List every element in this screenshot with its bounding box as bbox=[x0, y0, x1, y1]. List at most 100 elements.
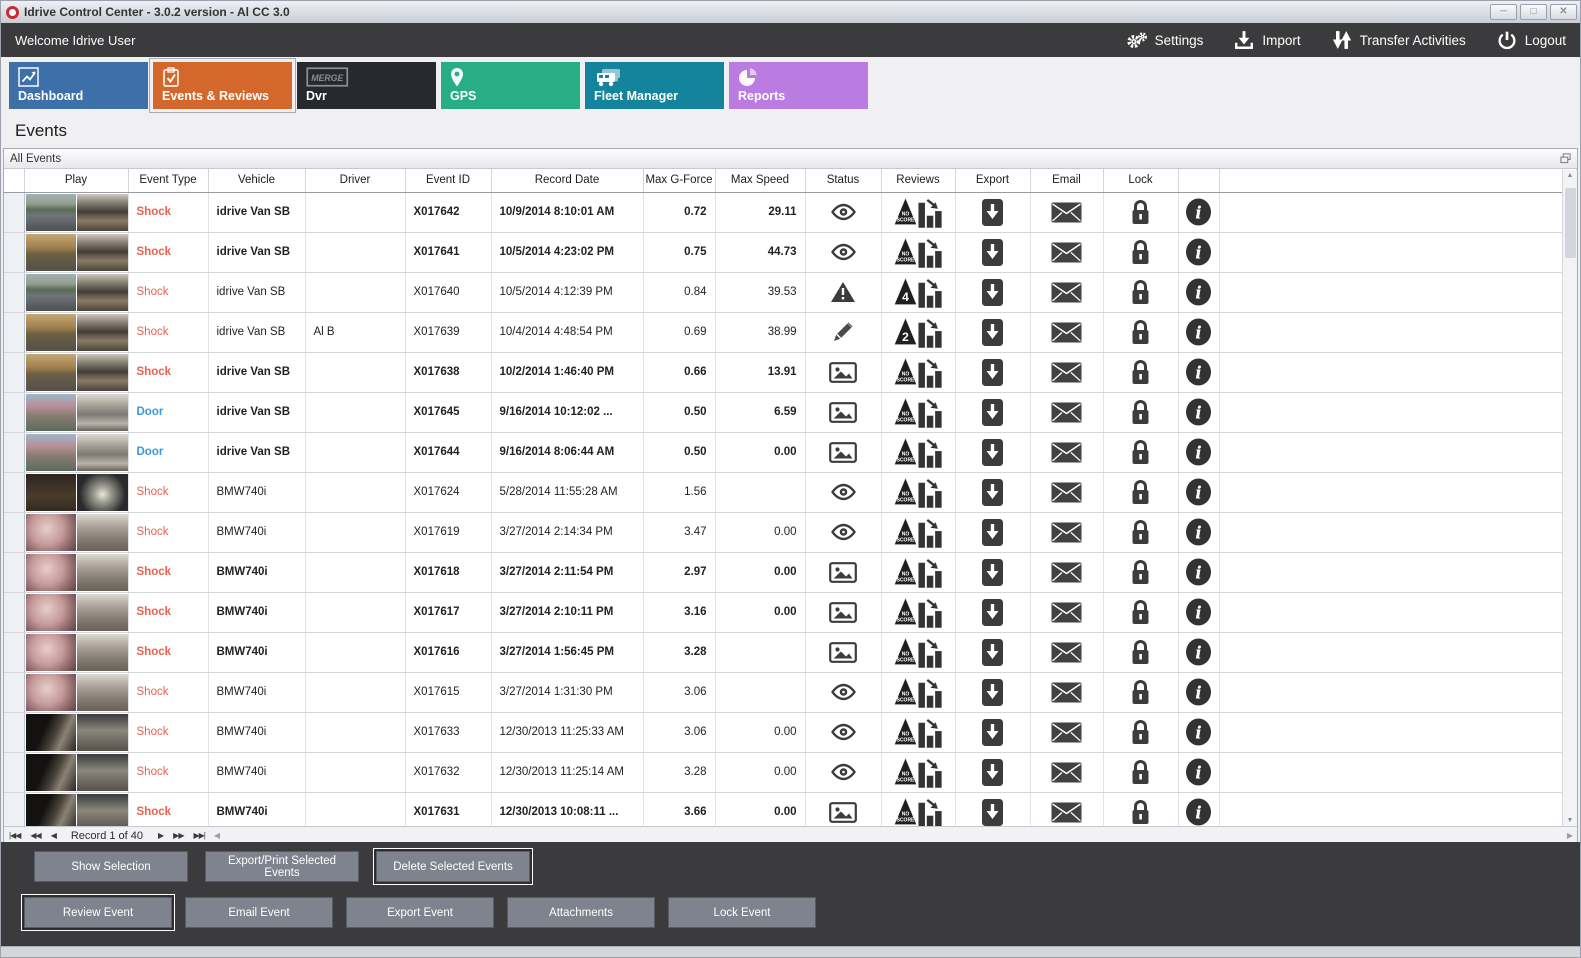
row-selector[interactable] bbox=[4, 392, 25, 433]
row-selector[interactable] bbox=[4, 472, 25, 513]
column-header-driver[interactable]: Driver bbox=[305, 169, 406, 193]
email-button[interactable] bbox=[1030, 712, 1104, 753]
email-button[interactable] bbox=[1030, 672, 1104, 713]
delete-selected-events-button[interactable]: Delete Selected Events bbox=[376, 851, 530, 882]
email-button[interactable] bbox=[1030, 352, 1104, 393]
review-score-button[interactable]: NO SCORE bbox=[881, 672, 956, 713]
info-button[interactable]: i bbox=[1178, 752, 1220, 793]
attachments-button[interactable]: Attachments bbox=[507, 897, 655, 928]
email-button[interactable] bbox=[1030, 432, 1104, 473]
lock-button[interactable] bbox=[1103, 792, 1179, 827]
row-selector[interactable] bbox=[4, 352, 25, 393]
review-score-button[interactable]: NO SCORE bbox=[881, 512, 956, 553]
review-score-button[interactable]: NO SCORE bbox=[881, 352, 956, 393]
column-header-status[interactable]: Status bbox=[805, 169, 882, 193]
review-score-button[interactable]: 4 bbox=[881, 272, 956, 313]
email-button[interactable] bbox=[1030, 792, 1104, 827]
export-print-selected-events-button[interactable]: Export/Print Selected Events bbox=[205, 851, 359, 882]
status-cell[interactable] bbox=[805, 752, 882, 793]
email-button[interactable] bbox=[1030, 392, 1104, 433]
info-button[interactable]: i bbox=[1178, 352, 1220, 393]
row-selector[interactable] bbox=[4, 192, 25, 233]
column-header-event-type[interactable]: Event Type bbox=[128, 169, 209, 193]
export-button[interactable] bbox=[955, 312, 1031, 353]
review-score-button[interactable]: NO SCORE bbox=[881, 712, 956, 753]
email-button[interactable] bbox=[1030, 752, 1104, 793]
review-score-button[interactable]: NO SCORE bbox=[881, 552, 956, 593]
status-cell[interactable] bbox=[805, 232, 882, 273]
review-event-button[interactable]: Review Event bbox=[24, 897, 172, 928]
info-button[interactable]: i bbox=[1178, 592, 1220, 633]
export-button[interactable] bbox=[955, 392, 1031, 433]
review-score-button[interactable]: NO SCORE bbox=[881, 192, 956, 233]
play-thumbnail[interactable] bbox=[24, 192, 129, 233]
show-selection-button[interactable]: Show Selection bbox=[34, 851, 188, 882]
lock-button[interactable] bbox=[1103, 472, 1179, 513]
info-button[interactable]: i bbox=[1178, 432, 1220, 473]
status-cell[interactable] bbox=[805, 512, 882, 553]
status-cell[interactable] bbox=[805, 352, 882, 393]
row-selector[interactable] bbox=[4, 312, 25, 353]
lock-event-button[interactable]: Lock Event bbox=[668, 897, 816, 928]
tab-events-reviews[interactable]: Events & Reviews bbox=[149, 58, 296, 113]
review-score-button[interactable]: NO SCORE bbox=[881, 752, 956, 793]
maximize-button[interactable]: □ bbox=[1520, 4, 1547, 20]
play-thumbnail[interactable] bbox=[24, 792, 129, 827]
export-button[interactable] bbox=[955, 352, 1031, 393]
column-header-max-g-force[interactable]: Max G-Force bbox=[643, 169, 716, 193]
info-button[interactable]: i bbox=[1178, 472, 1220, 513]
tab-fleet-manager[interactable]: Fleet Manager bbox=[585, 62, 724, 109]
review-score-button[interactable]: NO SCORE bbox=[881, 792, 956, 827]
row-selector[interactable] bbox=[4, 512, 25, 553]
column-header-play[interactable]: Play bbox=[24, 169, 129, 193]
info-button[interactable]: i bbox=[1178, 632, 1220, 673]
play-thumbnail[interactable] bbox=[24, 232, 129, 273]
info-button[interactable]: i bbox=[1178, 192, 1220, 233]
lock-button[interactable] bbox=[1103, 392, 1179, 433]
export-button[interactable] bbox=[955, 592, 1031, 633]
restore-panel-icon[interactable] bbox=[1560, 153, 1571, 164]
email-button[interactable] bbox=[1030, 552, 1104, 593]
scroll-down-icon[interactable]: ▼ bbox=[1567, 817, 1574, 824]
export-button[interactable] bbox=[955, 192, 1031, 233]
tab-dvr[interactable]: MERGE Dvr bbox=[297, 62, 436, 109]
play-thumbnail[interactable] bbox=[24, 352, 129, 393]
column-header[interactable] bbox=[1178, 169, 1220, 193]
row-selector[interactable] bbox=[4, 712, 25, 753]
column-header-record-date[interactable]: Record Date bbox=[491, 169, 644, 193]
play-thumbnail[interactable] bbox=[24, 672, 129, 713]
lock-button[interactable] bbox=[1103, 552, 1179, 593]
review-score-button[interactable]: NO SCORE bbox=[881, 232, 956, 273]
status-cell[interactable] bbox=[805, 272, 882, 313]
column-header-lock[interactable]: Lock bbox=[1103, 169, 1179, 193]
review-score-button[interactable]: NO SCORE bbox=[881, 432, 956, 473]
status-cell[interactable] bbox=[805, 312, 882, 353]
status-cell[interactable] bbox=[805, 432, 882, 473]
scrollbar-thumb[interactable] bbox=[1565, 188, 1576, 258]
email-button[interactable] bbox=[1030, 192, 1104, 233]
tab-dashboard[interactable]: Dashboard bbox=[9, 62, 148, 109]
export-button[interactable] bbox=[955, 672, 1031, 713]
settings-button[interactable]: Settings bbox=[1126, 30, 1203, 50]
pager-last-button[interactable]: ▶▶| bbox=[188, 831, 209, 840]
email-button[interactable] bbox=[1030, 232, 1104, 273]
logout-button[interactable]: Logout bbox=[1496, 30, 1566, 50]
review-score-button[interactable]: NO SCORE bbox=[881, 632, 956, 673]
export-button[interactable] bbox=[955, 752, 1031, 793]
lock-button[interactable] bbox=[1103, 272, 1179, 313]
email-button[interactable] bbox=[1030, 512, 1104, 553]
row-selector[interactable] bbox=[4, 632, 25, 673]
status-cell[interactable] bbox=[805, 392, 882, 433]
review-score-button[interactable]: NO SCORE bbox=[881, 472, 956, 513]
row-selector[interactable] bbox=[4, 792, 25, 827]
export-event-button[interactable]: Export Event bbox=[346, 897, 494, 928]
play-thumbnail[interactable] bbox=[24, 712, 129, 753]
email-event-button[interactable]: Email Event bbox=[185, 897, 333, 928]
export-button[interactable] bbox=[955, 632, 1031, 673]
tab-reports[interactable]: Reports bbox=[729, 62, 868, 109]
lock-button[interactable] bbox=[1103, 312, 1179, 353]
column-header[interactable] bbox=[4, 169, 25, 193]
play-thumbnail[interactable] bbox=[24, 752, 129, 793]
vertical-scrollbar[interactable]: ▲ ▼ bbox=[1562, 170, 1577, 826]
info-button[interactable]: i bbox=[1178, 272, 1220, 313]
